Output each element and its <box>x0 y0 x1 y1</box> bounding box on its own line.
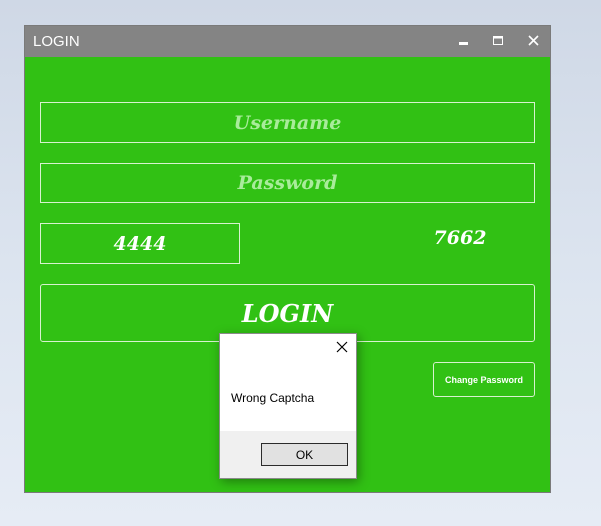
change-password-label: Change Password <box>444 374 524 385</box>
title-bar[interactable]: LOGIN <box>25 26 550 57</box>
message-dialog: Wrong Captcha OK <box>219 333 357 479</box>
maximize-button[interactable] <box>481 26 515 57</box>
dialog-footer: OK <box>220 431 356 478</box>
dialog-message: Wrong Captcha <box>231 391 315 405</box>
captcha-code: 7662 <box>433 227 487 249</box>
close-button[interactable] <box>516 26 550 57</box>
change-password-button[interactable]: Change Password <box>433 362 535 397</box>
close-icon <box>336 340 348 358</box>
username-field[interactable]: Username <box>40 102 535 143</box>
minimize-button[interactable] <box>447 26 481 57</box>
ok-button-label: OK <box>295 447 314 462</box>
window-title: LOGIN <box>33 33 80 50</box>
maximize-icon <box>493 33 503 51</box>
password-field[interactable]: Password <box>40 163 535 203</box>
minimize-icon <box>459 33 469 51</box>
username-placeholder: Username <box>233 111 342 134</box>
ok-button[interactable]: OK <box>261 443 348 466</box>
dialog-close-button[interactable] <box>333 340 351 358</box>
close-icon <box>527 33 539 51</box>
login-button-label: LOGIN <box>241 298 334 328</box>
captcha-input-value: 4444 <box>113 232 167 255</box>
password-placeholder: Password <box>237 172 338 194</box>
captcha-input[interactable]: 4444 <box>40 223 240 264</box>
